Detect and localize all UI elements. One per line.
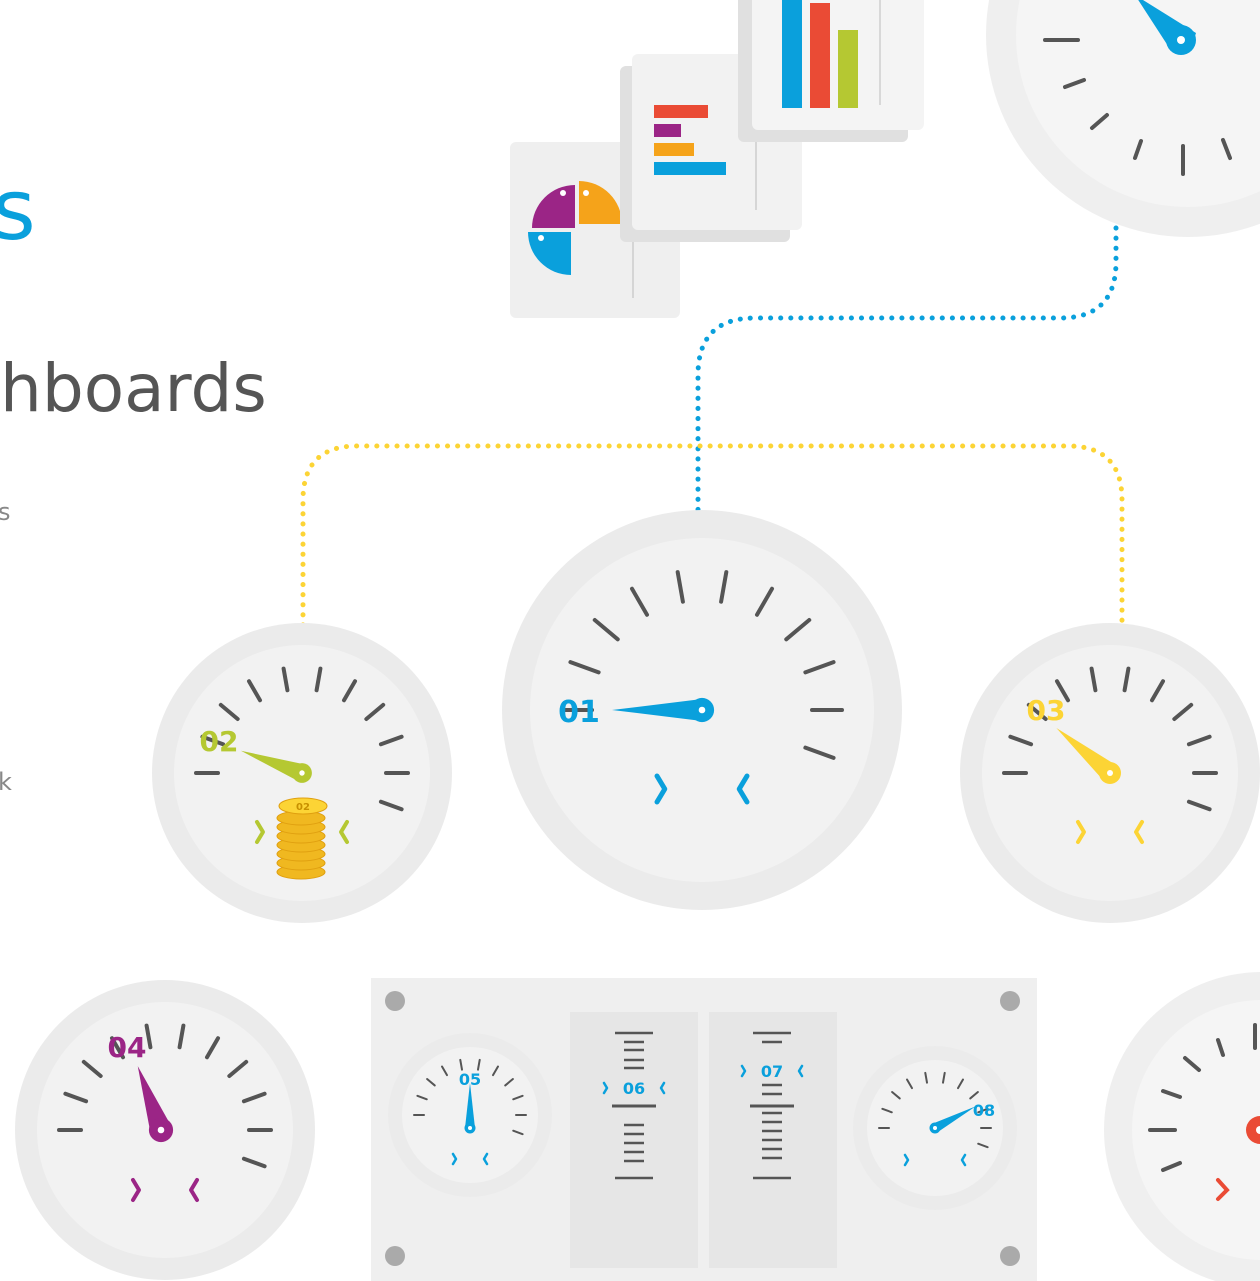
gauge-needle-pin <box>299 770 305 776</box>
coin-stack-icon: 02 <box>276 797 328 880</box>
top-right-gauge <box>986 0 1260 237</box>
gauge-needle-pin <box>468 1126 472 1130</box>
gauge-01-icon: 01 <box>502 510 902 910</box>
gauge-label: 02 <box>200 725 239 758</box>
gauge-needle-pin <box>157 1126 165 1134</box>
dashboard-illustration: 01 02 02 03 04 05 06 07 08 <box>15 0 1260 1281</box>
slider-label: 07 <box>761 1062 783 1081</box>
gauge-08-icon: 08 <box>853 1046 1017 1210</box>
gauge-02-icon: 02 02 <box>152 623 452 923</box>
gauge-needle-pin <box>698 706 706 714</box>
slider-label: 06 <box>623 1079 645 1098</box>
gauge-04-icon: 04 <box>15 980 315 1280</box>
gauge-label: 04 <box>108 1031 147 1064</box>
gauge-needle-pin <box>933 1126 937 1130</box>
gauge-label: 05 <box>459 1070 481 1089</box>
gauge-label: 08 <box>973 1101 995 1120</box>
gauge-needle-pin <box>1107 770 1113 776</box>
vertical-bar-chart-card <box>738 0 924 142</box>
bottom-right-gauge <box>1104 972 1260 1281</box>
coin-label: 02 <box>296 802 310 813</box>
gauge-label: 01 <box>558 695 600 730</box>
gauge-05-icon: 05 <box>388 1033 552 1197</box>
blue-dotted-connector <box>695 225 1119 515</box>
gauge-03-icon: 03 <box>960 623 1260 923</box>
gauge-label: 03 <box>1027 694 1066 727</box>
